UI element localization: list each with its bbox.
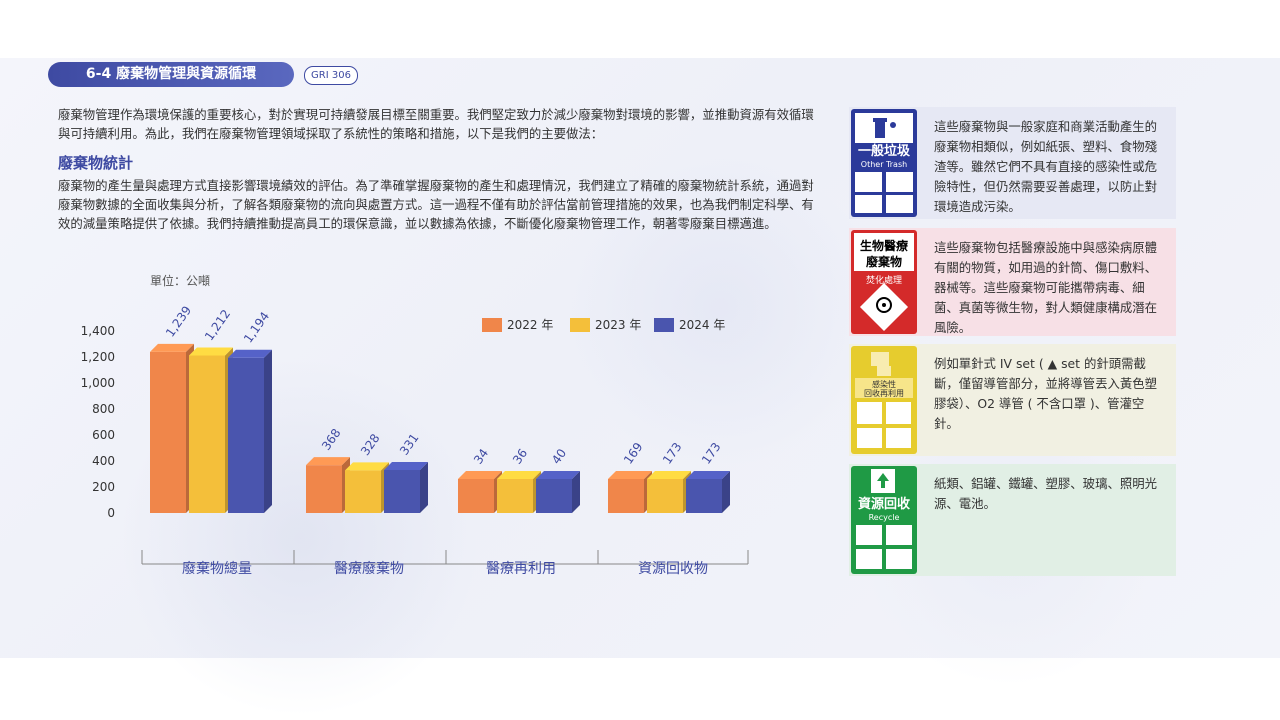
y-tick-label: 1,200 [81,350,115,364]
data-label: 173 [699,440,724,467]
general-trash-title: 一般垃圾 [858,143,911,159]
bar [497,471,541,513]
category-label: 醫療再利用 [486,560,556,577]
bar [345,462,389,513]
unit-label: 單位：公噸 [150,273,210,288]
category-label: 資源回收物 [638,561,708,577]
bar [608,471,652,513]
y-tick-label: 200 [92,480,115,494]
data-label: 1,194 [241,309,272,345]
recycle-bin-icon: 資源回收 Recycle [851,466,917,574]
bar [686,471,730,513]
y-axis: 0 200 400 600 800 1,000 1,200 1,400 [81,324,115,520]
general-trash-text: 這些廢棄物與一般家庭和商業活動產生的廢棄物相類似，例如紙張、塑料、食物殘渣等。雖… [934,119,1158,214]
svg-text:生物醫療: 生物醫療 [860,238,908,253]
svg-text:回收再利用: 回收再利用 [864,388,904,398]
stats-paragraph: 廢棄物的產生量與處理方式直接影響環境績效的評估。為了準確掌握廢棄物的產生和處理情… [58,178,814,231]
section-title: 6-4 廢棄物管理與資源循環 [48,62,294,87]
general-trash-subtitle: Other Trash [861,160,907,169]
legend-swatch [482,318,502,332]
x-axis: 廢棄物總量 醫療廢棄物 醫療再利用 資源回收物 [141,550,749,577]
recycle-text: 紙類、鋁罐、鐵罐、塑膠、玻璃、照明光源、電池。 [934,476,1158,511]
bar [647,471,691,513]
card-infectious-recycle: 感染性 回收再利用 例如單針式 IV set ( ▲ set 的針頭需截斷，僅留… [849,344,1176,456]
legend-swatch [570,318,590,332]
card-recycle: 資源回收 Recycle 紙類、鋁罐、鐵罐、塑膠、玻璃、照明光源、電池。 [849,464,1176,576]
data-label: 173 [660,440,685,467]
data-label: 169 [621,440,646,467]
svg-text:廢棄物: 廢棄物 [866,254,902,269]
gri-badge: GRI 306 [304,66,358,85]
y-tick-label: 0 [107,506,115,520]
legend-label: 2024 年 [679,318,725,332]
legend: 2022 年 2023 年 2024 年 [482,318,725,332]
y-tick-label: 1,000 [81,376,115,390]
data-label: 34 [471,446,491,467]
bar [150,343,194,513]
waste-bar-chart: 單位：公噸 0 200 400 600 800 1,000 1,200 1,400 2022 … [81,273,749,577]
card-medical-waste: 生物醫療 廢棄物 焚化處理 這些廢棄物包括醫療設施中與感染病原體有關的物質，如用… [849,228,1176,336]
stats-heading: 廢棄物統計 [58,154,134,172]
data-label: 1,212 [202,307,233,343]
bar [228,349,272,513]
bar [536,471,580,513]
infectious-recycle-text: 例如單針式 IV set ( ▲ set 的針頭需截斷，僅留導管部分，並將導管丟… [934,356,1158,431]
svg-text:感染性: 感染性 [872,379,896,389]
page: 6-4 廢棄物管理與資源循環 GRI 306 廢棄物管理作為環境保護的重要核心，… [0,0,1280,720]
medical-waste-text: 這些廢棄物包括醫療設施中與感染病原體有關的物質，如用過的針筒、傷口敷料、器械等。… [934,240,1158,335]
legend-label: 2022 年 [507,318,553,332]
y-tick-label: 800 [92,402,115,416]
data-label: 36 [510,446,530,467]
data-label: 1,239 [163,303,194,339]
data-label: 40 [549,446,569,467]
y-tick-label: 600 [92,428,115,442]
category-label: 醫療廢棄物 [334,560,404,577]
bar [384,461,428,513]
intro-paragraph: 廢棄物管理作為環境保護的重要核心，對於實現可持續發展目標至關重要。我們堅定致力於… [58,107,814,141]
general-trash-bin-icon: 一般垃圾 Other Trash [851,109,917,217]
legend-swatch [654,318,674,332]
bar [458,471,502,513]
data-label: 328 [358,431,383,458]
recycle-subtitle: Recycle [869,513,900,522]
bar [306,457,350,513]
data-label: 368 [319,426,344,453]
data-label: 331 [397,431,422,458]
biohazard-bin-icon: 生物醫療 廢棄物 焚化處理 [851,230,917,334]
category-label: 廢棄物總量 [182,560,252,577]
card-general-trash: 一般垃圾 Other Trash 這些廢棄物與一般家庭和商業活動產生的廢棄物相類… [849,107,1176,219]
y-tick-label: 400 [92,454,115,468]
bar [189,347,233,513]
y-tick-label: 1,400 [81,324,115,338]
infectious-recycle-bin-icon: 感染性 回收再利用 [851,346,917,454]
bars [150,343,730,513]
legend-label: 2023 年 [595,318,641,332]
recycle-title: 資源回收 [858,496,911,512]
